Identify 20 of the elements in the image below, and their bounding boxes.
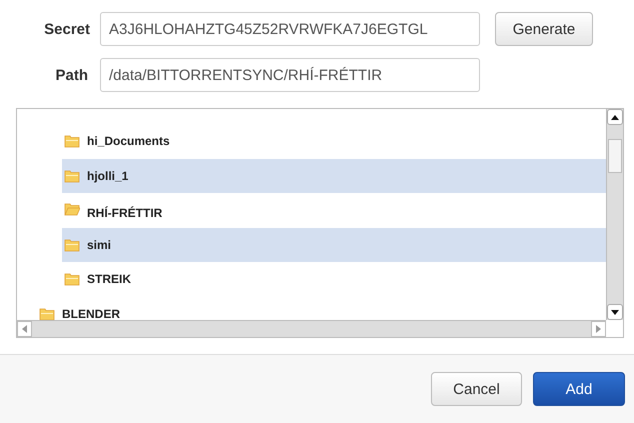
folder-item[interactable]: simi <box>62 228 606 262</box>
secret-label: Secret <box>43 20 90 38</box>
path-label: Path <box>54 66 88 84</box>
scrollbar-thumb[interactable] <box>608 139 622 173</box>
secret-field[interactable]: A3J6HLOHAHZTG45Z52RVRWFKA7J6EGTGL <box>100 12 480 46</box>
add-button[interactable]: Add <box>533 372 625 406</box>
generate-button[interactable]: Generate <box>495 12 593 46</box>
folder-item[interactable]: hi_Documents <box>62 124 606 158</box>
cancel-button[interactable]: Cancel <box>431 372 522 406</box>
up-arrow-icon <box>611 114 619 120</box>
horizontal-scrollbar[interactable] <box>17 320 606 337</box>
right-arrow-icon <box>596 325 601 333</box>
left-arrow-icon <box>22 325 27 333</box>
folder-item[interactable]: BLENDER <box>17 296 606 320</box>
down-arrow-icon <box>611 310 619 314</box>
folder-item[interactable]: hjolli_1 <box>62 158 606 193</box>
vertical-scrollbar[interactable] <box>606 109 623 320</box>
folder-item[interactable]: RHÍ-FRÉTTIR <box>62 193 606 228</box>
folder-item[interactable]: STREIK <box>62 262 606 296</box>
path-field[interactable]: /data/BITTORRENTSYNC/RHÍ-FRÉTTIR <box>100 58 480 92</box>
